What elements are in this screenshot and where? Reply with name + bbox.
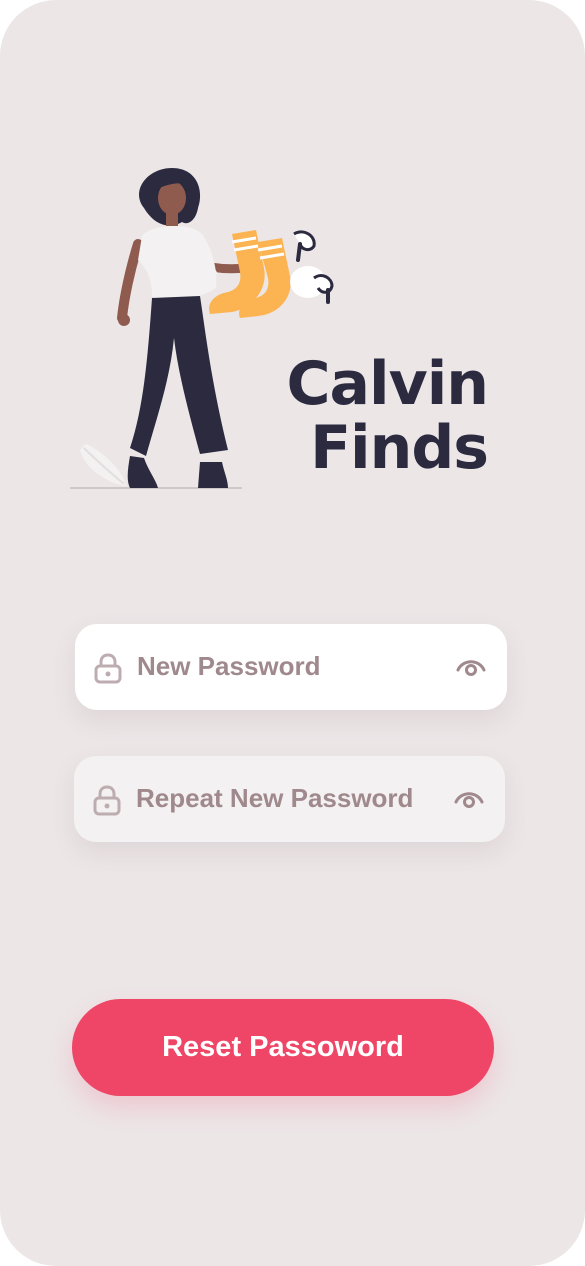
brand-line-2: Finds xyxy=(310,413,489,483)
app-logo-text: Calvin Finds xyxy=(250,349,489,483)
new-password-placeholder: New Password xyxy=(137,651,321,681)
eye-icon[interactable] xyxy=(453,788,485,810)
brand-line-1: Calvin xyxy=(286,349,489,419)
reset-password-screen: Calvin Finds New Password Repeat New Pas… xyxy=(0,0,585,1266)
repeat-password-placeholder: Repeat New Password xyxy=(136,783,414,813)
reset-password-button[interactable]: Reset Passoword xyxy=(72,999,494,1096)
lock-icon xyxy=(93,785,121,816)
new-password-field[interactable]: New Password xyxy=(75,624,507,710)
lock-icon xyxy=(94,653,122,684)
eye-icon[interactable] xyxy=(455,656,487,678)
repeat-password-field[interactable]: Repeat New Password xyxy=(74,756,505,842)
